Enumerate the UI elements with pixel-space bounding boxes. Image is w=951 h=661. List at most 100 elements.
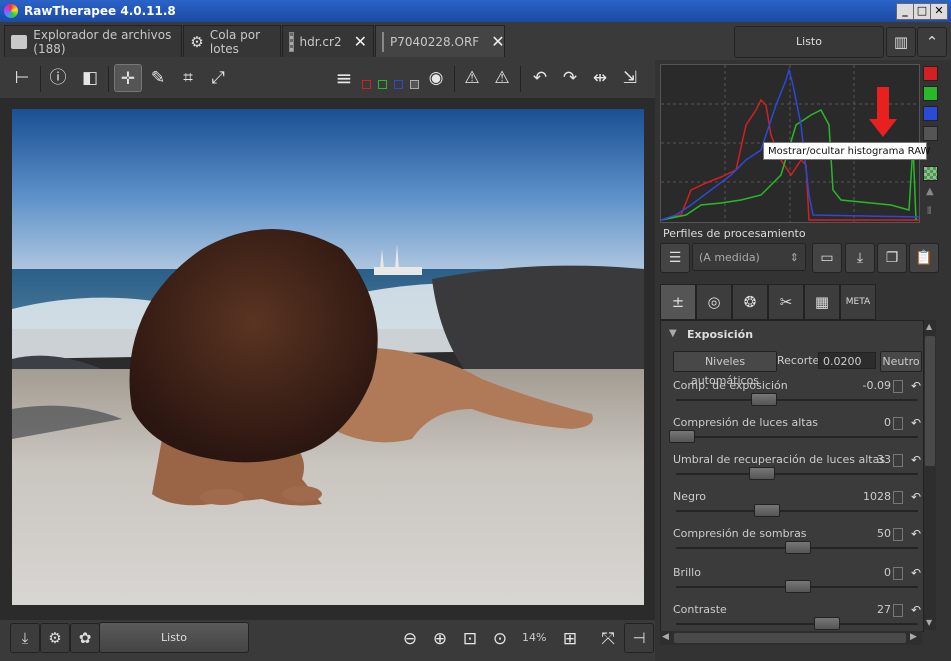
info-icon[interactable]: ⓘ <box>44 64 72 92</box>
scroll-right-icon[interactable]: ▶ <box>910 632 917 642</box>
save-profile-icon[interactable]: ⤓ <box>845 243 875 273</box>
profile-select[interactable]: (A medida) ⇕ <box>692 243 806 271</box>
flip-horizontal-icon[interactable]: ⇹ <box>586 64 614 92</box>
histogram-green-toggle[interactable] <box>923 86 938 101</box>
tab-meta-icon[interactable]: META <box>840 284 876 320</box>
zoom-out-icon[interactable]: ⊖ <box>396 625 424 653</box>
photo-preview[interactable] <box>12 109 644 605</box>
tab-transform-icon[interactable]: ✂ <box>768 284 804 320</box>
new-detail-window-icon[interactable]: ⊞ <box>556 625 584 653</box>
red-channel-icon[interactable] <box>362 80 371 89</box>
fullscreen-icon[interactable]: ⤧ <box>594 625 622 653</box>
close-tab-icon[interactable]: ✕ <box>491 32 504 51</box>
slider-value[interactable]: 0 <box>884 416 891 429</box>
filmstrip-icon[interactable]: ▥ <box>886 27 916 57</box>
slider-track[interactable] <box>676 399 918 401</box>
slider-track[interactable] <box>676 623 918 625</box>
spin-button[interactable] <box>893 417 903 430</box>
reset-icon[interactable]: ↶ <box>911 603 921 617</box>
tab-file-browser[interactable]: Explorador de archivos (188) <box>4 25 182 57</box>
tab-batch-queue[interactable]: ⚙ Cola por lotes <box>183 25 281 57</box>
histogram-raw-toggle[interactable] <box>923 166 938 181</box>
copy-profile-icon[interactable]: ❐ <box>877 243 907 273</box>
reset-icon[interactable]: ↶ <box>911 453 921 467</box>
slider-knob[interactable] <box>748 467 775 480</box>
scroll-down-icon[interactable]: ▼ <box>926 618 932 627</box>
chro-mode-icon[interactable]: ⦀ <box>927 206 931 217</box>
scroll-thumb[interactable] <box>925 336 935 466</box>
slider-knob[interactable] <box>751 393 778 406</box>
before-after-icon[interactable]: ◧ <box>76 64 104 92</box>
histogram-red-toggle[interactable] <box>923 66 938 81</box>
histogram-blue-toggle[interactable] <box>923 106 938 121</box>
hide-left-panel-icon[interactable]: ⊢ <box>8 64 36 92</box>
slider-value[interactable]: 33 <box>877 453 891 466</box>
zoom-100-icon[interactable]: ⊙ <box>486 625 514 653</box>
hide-right-panel-icon[interactable]: ⊣ <box>624 623 654 653</box>
hscroll-thumb[interactable] <box>674 633 906 643</box>
neutral-button[interactable]: Neutro <box>880 351 922 372</box>
horizontal-scrollbar[interactable]: ◀ ▶ <box>660 631 922 645</box>
rotate-right-icon[interactable]: ↷ <box>556 64 584 92</box>
spin-button[interactable] <box>893 380 903 393</box>
zoom-in-icon[interactable]: ⊕ <box>426 625 454 653</box>
slider-value[interactable]: 50 <box>877 527 891 540</box>
slider-value[interactable]: -0.09 <box>863 379 891 392</box>
slider-track[interactable] <box>676 473 918 475</box>
hand-tool-icon[interactable]: ✛ <box>114 64 142 92</box>
green-channel-icon[interactable] <box>378 80 387 89</box>
slider-knob[interactable] <box>814 617 841 630</box>
spin-button[interactable] <box>893 528 903 541</box>
slider-value[interactable]: 27 <box>877 603 891 616</box>
luminance-channel-icon[interactable] <box>410 80 419 89</box>
slider-track[interactable] <box>676 510 918 512</box>
tab-color-icon[interactable]: ❂ <box>732 284 768 320</box>
reset-icon[interactable]: ↶ <box>911 379 921 393</box>
scroll-left-icon[interactable]: ◀ <box>662 632 669 642</box>
slider-value[interactable]: 1028 <box>863 490 891 503</box>
focus-mask-icon[interactable]: ◉ <box>422 64 450 92</box>
crop-icon[interactable]: ⌗ <box>174 64 202 92</box>
slider-track[interactable] <box>676 436 918 438</box>
reset-icon[interactable]: ↶ <box>911 527 921 541</box>
color-picker-icon[interactable]: ✎ <box>144 64 172 92</box>
clip-input[interactable]: 0.0200 <box>818 352 876 369</box>
spin-button[interactable] <box>893 491 903 504</box>
queue-icon[interactable]: ⚙ <box>40 623 70 653</box>
slider-knob[interactable] <box>785 541 811 554</box>
slider-knob[interactable] <box>753 504 780 517</box>
preview-mode-icon[interactable]: ≡ <box>330 64 358 92</box>
paste-profile-icon[interactable]: 📋 <box>909 243 939 273</box>
slider-value[interactable]: 0 <box>884 566 891 579</box>
tab-p7040228[interactable]: P7040228.ORF ✕ <box>375 25 505 57</box>
vertical-scrollbar[interactable]: ▲ ▼ <box>924 320 936 630</box>
bar-mode-icon[interactable]: ▲ <box>926 186 934 197</box>
slider-knob[interactable] <box>785 580 811 593</box>
auto-levels-button[interactable]: Niveles automáticos <box>673 351 777 387</box>
tab-hdr-cr2[interactable]: hdr.cr2 ✕ <box>282 25 374 57</box>
maximize-button[interactable]: □ <box>913 3 931 20</box>
reset-icon[interactable]: ↶ <box>911 566 921 580</box>
tab-details-icon[interactable]: ◎ <box>696 284 732 320</box>
spin-button[interactable] <box>893 454 903 467</box>
histogram-luminance-toggle[interactable] <box>923 126 938 141</box>
close-tab-icon[interactable]: ✕ <box>354 32 367 51</box>
straighten-icon[interactable]: ⤢ <box>204 64 232 92</box>
open-profile-icon[interactable]: ▭ <box>812 243 842 273</box>
close-button[interactable]: ✕ <box>930 3 948 20</box>
flip-vertical-icon[interactable]: ⇲ <box>616 64 644 92</box>
collapse-icon[interactable]: ▼ <box>669 328 677 339</box>
highlight-warning-icon[interactable]: ⚠ <box>488 64 516 92</box>
spin-button[interactable] <box>893 604 903 617</box>
scroll-up-icon[interactable]: ▲ <box>926 322 932 331</box>
slider-knob[interactable] <box>668 430 695 443</box>
shadow-warning-icon[interactable]: ⚠ <box>458 64 486 92</box>
zoom-fit-icon[interactable]: ⊡ <box>456 625 484 653</box>
spin-button[interactable] <box>893 567 903 580</box>
blue-channel-icon[interactable] <box>394 80 403 89</box>
minimize-button[interactable]: _ <box>896 3 914 20</box>
rotate-left-icon[interactable]: ↶ <box>526 64 554 92</box>
send-to-editor-icon[interactable]: ✿ <box>70 623 100 653</box>
save-image-icon[interactable]: ⤓ <box>10 623 40 653</box>
tab-exposure-icon[interactable]: ± <box>660 284 696 320</box>
